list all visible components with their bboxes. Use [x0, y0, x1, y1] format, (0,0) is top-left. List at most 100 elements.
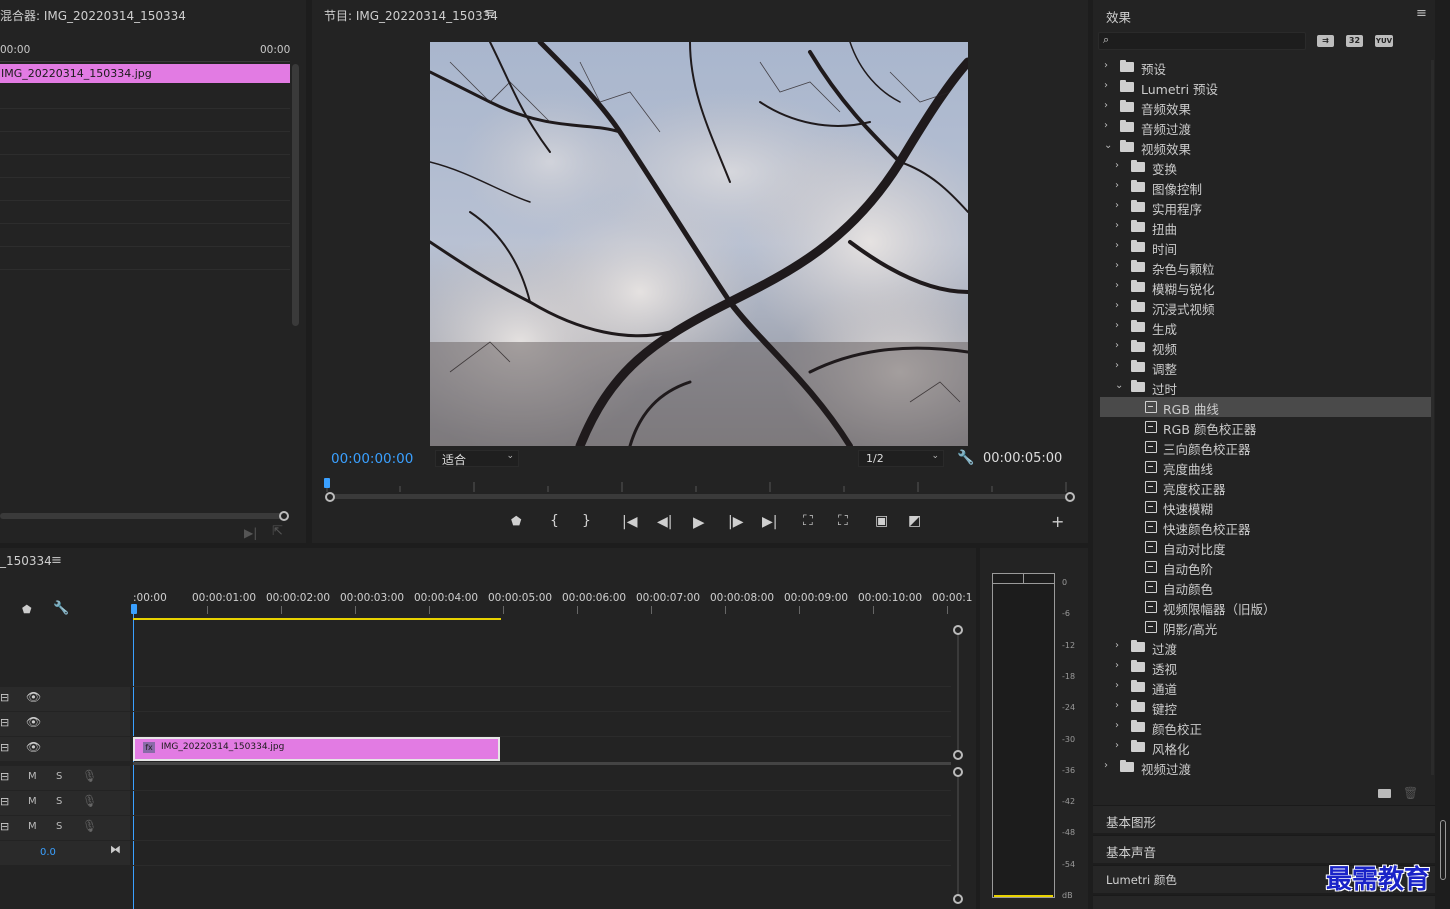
source-hscrollbar[interactable]: [0, 513, 284, 519]
chevron-right-icon[interactable]: ›: [1104, 120, 1108, 131]
microphone-icon[interactable]: 🎙: [82, 794, 97, 808]
scroll-handle[interactable]: [953, 767, 963, 777]
chevron-down-icon[interactable]: ⌄: [1115, 380, 1123, 391]
effects-tree-item-4[interactable]: ⌄ 视频效果: [1100, 137, 1431, 157]
effects-tree-item-5[interactable]: › 变换: [1100, 157, 1431, 177]
source-hscroll-handle[interactable]: [279, 511, 289, 521]
step-forward-icon[interactable]: |▶: [728, 514, 743, 530]
chevron-right-icon[interactable]: ›: [1115, 340, 1119, 351]
add-button-icon[interactable]: +: [1051, 512, 1064, 531]
timeline-vscroll-top[interactable]: [957, 629, 959, 755]
chevron-right-icon[interactable]: ›: [1104, 100, 1108, 111]
effects-tree-item-7[interactable]: › 实用程序: [1100, 197, 1431, 217]
scroll-handle[interactable]: [953, 750, 963, 760]
track-header-a3[interactable]: ⊟ M S 🎙: [0, 816, 130, 840]
chevron-right-icon[interactable]: ›: [1115, 320, 1119, 331]
track-header-a2[interactable]: ⊟ M S 🎙: [0, 791, 130, 815]
chevron-right-icon[interactable]: ›: [1115, 720, 1119, 731]
chevron-right-icon[interactable]: ›: [1115, 740, 1119, 751]
mute-button[interactable]: M: [28, 821, 37, 832]
go-to-out-icon[interactable]: ▶|: [762, 514, 777, 530]
step-forward-icon[interactable]: ▶|: [244, 526, 257, 540]
effects-tree-item-17[interactable]: RGB 曲线: [1100, 397, 1431, 417]
effects-tree-item-12[interactable]: › 沉浸式视频: [1100, 297, 1431, 317]
scroll-handle[interactable]: [953, 625, 963, 635]
scroll-handle[interactable]: [953, 894, 963, 904]
chevron-down-icon[interactable]: ⌄: [1104, 140, 1112, 151]
yuv-effects-icon[interactable]: YUV: [1375, 35, 1393, 47]
program-scrollbar[interactable]: [331, 494, 1069, 499]
chevron-right-icon[interactable]: ›: [1115, 200, 1119, 211]
effects-tree-item-26[interactable]: 自动颜色: [1100, 577, 1431, 597]
program-panel-title[interactable]: 节目: IMG_20220314_150334: [324, 7, 498, 24]
resolution-dropdown[interactable]: 1/2 ⌄: [858, 450, 944, 467]
track-header-v1[interactable]: ⊟ 👁: [0, 737, 130, 761]
chevron-right-icon[interactable]: ›: [1115, 280, 1119, 291]
effects-tree-item-15[interactable]: › 调整: [1100, 357, 1431, 377]
toggle-sync-icon[interactable]: ⊟: [0, 770, 9, 783]
track-header-a1[interactable]: ⊟ M S 🎙: [0, 766, 130, 790]
effects-tree-item-14[interactable]: › 视频: [1100, 337, 1431, 357]
effects-search-input[interactable]: ⌕: [1098, 32, 1306, 50]
track-header-v2[interactable]: ⊟ 👁: [0, 712, 130, 736]
microphone-icon[interactable]: 🎙: [82, 769, 97, 783]
effects-tree-item-10[interactable]: › 杂色与颗粒: [1100, 257, 1431, 277]
mark-in-icon[interactable]: {: [550, 513, 559, 529]
right-edge-scroll[interactable]: [1440, 820, 1446, 880]
eye-icon[interactable]: 👁: [26, 715, 41, 729]
effects-tree-item-35[interactable]: › 视频过渡: [1100, 757, 1431, 777]
effects-tree-item-0[interactable]: › 预设: [1100, 57, 1431, 77]
lift-icon[interactable]: ⛶: [803, 513, 813, 529]
source-panel-title[interactable]: 混合器: IMG_20220314_150334: [0, 7, 186, 24]
effects-tree-item-23[interactable]: 快速颜色校正器: [1100, 517, 1431, 537]
chevron-right-icon[interactable]: ›: [1104, 60, 1108, 71]
effects-tree-item-22[interactable]: 快速模糊: [1100, 497, 1431, 517]
accelerated-effects-icon[interactable]: ⇉: [1317, 35, 1334, 47]
effects-tree-item-32[interactable]: › 键控: [1100, 697, 1431, 717]
effects-tree-item-13[interactable]: › 生成: [1100, 317, 1431, 337]
chevron-right-icon[interactable]: ›: [1115, 180, 1119, 191]
program-menu-icon[interactable]: ≡: [484, 6, 495, 21]
play-button[interactable]: ▶: [693, 513, 705, 531]
source-clip[interactable]: IMG_20220314_150334.jpg: [0, 64, 290, 83]
effects-tree-item-8[interactable]: › 扭曲: [1100, 217, 1431, 237]
effects-tree-item-29[interactable]: › 过渡: [1100, 637, 1431, 657]
effects-tree-item-11[interactable]: › 模糊与锐化: [1100, 277, 1431, 297]
toggle-sync-icon[interactable]: ⊟: [0, 795, 9, 808]
chevron-right-icon[interactable]: ›: [1104, 760, 1108, 771]
source-vscrollbar[interactable]: [292, 64, 299, 326]
effects-panel-title[interactable]: 效果: [1106, 7, 1131, 26]
go-to-end-icon[interactable]: ⧓: [110, 843, 121, 856]
effects-tree-item-16[interactable]: ⌄ 过时: [1100, 377, 1431, 397]
effects-tree-item-20[interactable]: 亮度曲线: [1100, 457, 1431, 477]
effects-tree-item-34[interactable]: › 风格化: [1100, 737, 1431, 757]
effects-tree-item-27[interactable]: 视频限幅器（旧版）: [1100, 597, 1431, 617]
effects-tree-item-24[interactable]: 自动对比度: [1100, 537, 1431, 557]
solo-button[interactable]: S: [56, 821, 62, 832]
effects-tree-item-2[interactable]: › 音频效果: [1100, 97, 1431, 117]
step-back-icon[interactable]: ◀|: [657, 514, 672, 530]
work-area-bar[interactable]: [133, 618, 501, 620]
toggle-sync-icon[interactable]: ⊟: [0, 741, 9, 754]
effects-tree-item-18[interactable]: RGB 颜色校正器: [1100, 417, 1431, 437]
effects-menu-icon[interactable]: ≡: [1416, 6, 1427, 21]
fit-dropdown[interactable]: 适合 ⌄: [435, 450, 519, 467]
new-bin-icon[interactable]: [1378, 789, 1391, 798]
extract-icon[interactable]: ⛶: [838, 513, 848, 529]
compare-view-icon[interactable]: ◩: [908, 513, 921, 529]
panel-more[interactable]: [1093, 895, 1435, 909]
effects-tree-item-3[interactable]: › 音频过渡: [1100, 117, 1431, 137]
timeline-title[interactable]: _150334: [0, 554, 52, 568]
32bit-effects-icon[interactable]: 32: [1346, 35, 1363, 47]
chevron-right-icon[interactable]: ›: [1115, 640, 1119, 651]
program-current-time[interactable]: 00:00:00:00: [331, 451, 413, 467]
effects-tree-item-9[interactable]: › 时间: [1100, 237, 1431, 257]
wrench-icon[interactable]: 🔧: [957, 450, 974, 466]
master-volume-value[interactable]: 0.0: [40, 847, 56, 858]
timeline-vscroll-bottom[interactable]: [957, 772, 959, 898]
scroll-handle-right[interactable]: [1065, 492, 1075, 502]
effects-tree-item-25[interactable]: 自动色阶: [1100, 557, 1431, 577]
toggle-sync-icon[interactable]: ⊟: [0, 691, 9, 704]
scroll-handle-left[interactable]: [325, 492, 335, 502]
mark-out-icon[interactable]: }: [582, 513, 591, 529]
